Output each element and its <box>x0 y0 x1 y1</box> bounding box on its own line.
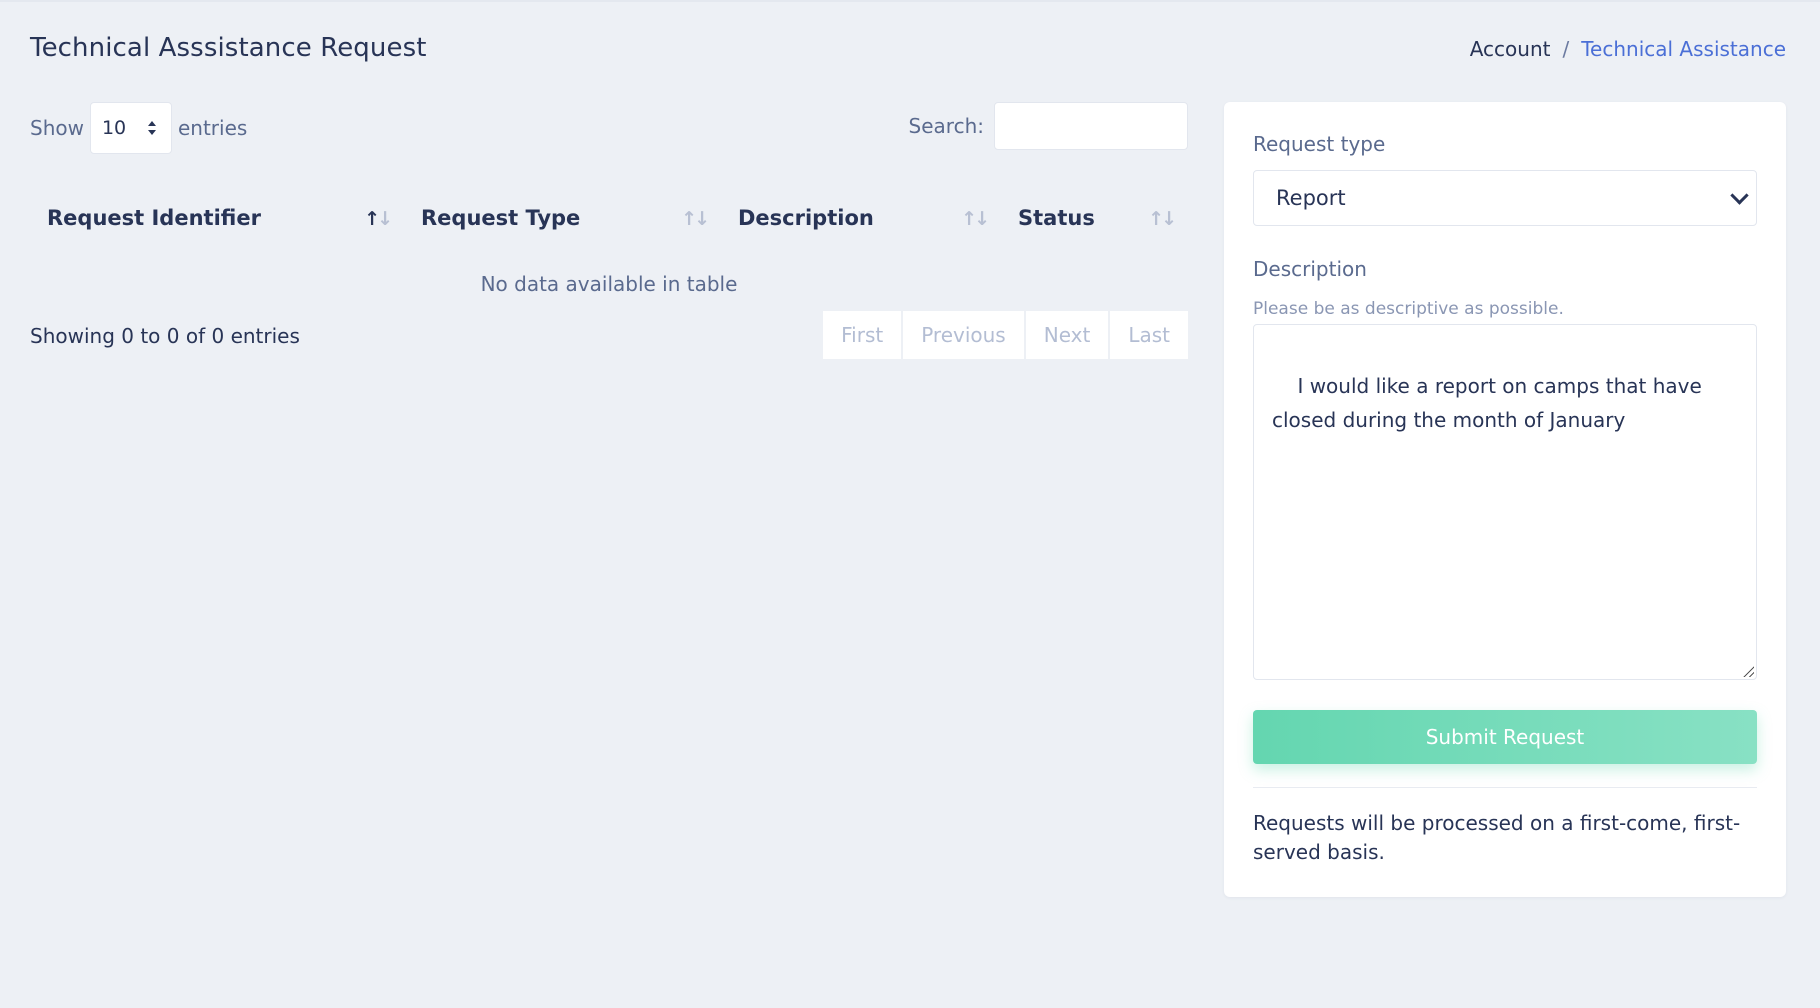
table-header-row: Request Identifier ↑↓ Request Type ↑↓ De… <box>30 180 1188 256</box>
description-label: Description <box>1253 257 1367 281</box>
pagination-next-button[interactable]: Next <box>1025 311 1111 359</box>
column-header-status[interactable]: Status ↑↓ <box>1001 180 1188 256</box>
search-label: Search: <box>908 114 984 138</box>
resize-handle-icon[interactable] <box>1742 665 1754 677</box>
column-header-request-type[interactable]: Request Type ↑↓ <box>404 180 721 256</box>
breadcrumb-current: Technical Assistance <box>1581 37 1786 61</box>
sort-asc-icon: ↑↓ <box>364 208 393 230</box>
sort-both-icon: ↑↓ <box>1148 208 1177 230</box>
pagination: First Previous Next Last <box>823 311 1188 359</box>
description-textarea[interactable]: I would like a report on camps that have… <box>1253 324 1757 680</box>
entries-per-page-select[interactable]: 10 <box>89 102 172 154</box>
column-header-label: Status <box>1018 206 1095 230</box>
top-border <box>0 0 1820 2</box>
processing-note: Requests will be processed on a first-co… <box>1253 811 1741 864</box>
request-type-value: Report <box>1276 186 1346 210</box>
show-label: Show <box>30 116 84 140</box>
table-search: Search: <box>909 102 1188 150</box>
column-header-request-identifier[interactable]: Request Identifier ↑↓ <box>30 180 404 256</box>
pagination-last-button[interactable]: Last <box>1110 311 1188 359</box>
column-header-label: Description <box>738 206 874 230</box>
breadcrumb-account-link[interactable]: Account <box>1470 37 1551 61</box>
breadcrumb: Account / Technical Assistance <box>1470 37 1786 61</box>
sort-both-icon: ↑↓ <box>681 208 710 230</box>
pagination-first-button[interactable]: First <box>823 311 904 359</box>
description-help-text: Please be as descriptive as possible. <box>1253 299 1564 319</box>
entries-per-page-value: 10 <box>101 117 127 139</box>
search-input[interactable] <box>994 102 1188 150</box>
chevron-down-icon <box>1730 185 1749 205</box>
column-header-label: Request Type <box>421 206 581 230</box>
request-type-label: Request type <box>1253 132 1386 156</box>
submit-request-button[interactable]: Submit Request <box>1253 710 1757 764</box>
description-text: I would like a report on camps that have… <box>1272 374 1709 432</box>
up-down-arrows-icon <box>147 120 157 136</box>
request-form-card: Request type Report Description Please b… <box>1224 102 1786 897</box>
entries-label: entries <box>177 116 248 140</box>
table-info: Showing 0 to 0 of 0 entries <box>30 324 300 348</box>
table-row: No data available in table <box>30 256 1188 312</box>
column-header-description[interactable]: Description ↑↓ <box>721 180 1001 256</box>
empty-table-message: No data available in table <box>480 272 738 296</box>
request-type-select[interactable]: Report <box>1253 170 1757 226</box>
requests-table: Request Identifier ↑↓ Request Type ↑↓ De… <box>30 180 1188 312</box>
breadcrumb-separator: / <box>1562 37 1570 61</box>
sort-both-icon: ↑↓ <box>961 208 990 230</box>
pagination-previous-button[interactable]: Previous <box>903 311 1026 359</box>
column-header-label: Request Identifier <box>47 206 261 230</box>
page-title: Technical Asssistance Request <box>30 33 427 63</box>
entries-length-control: Show 10 entries <box>30 102 247 154</box>
divider <box>1253 787 1757 788</box>
